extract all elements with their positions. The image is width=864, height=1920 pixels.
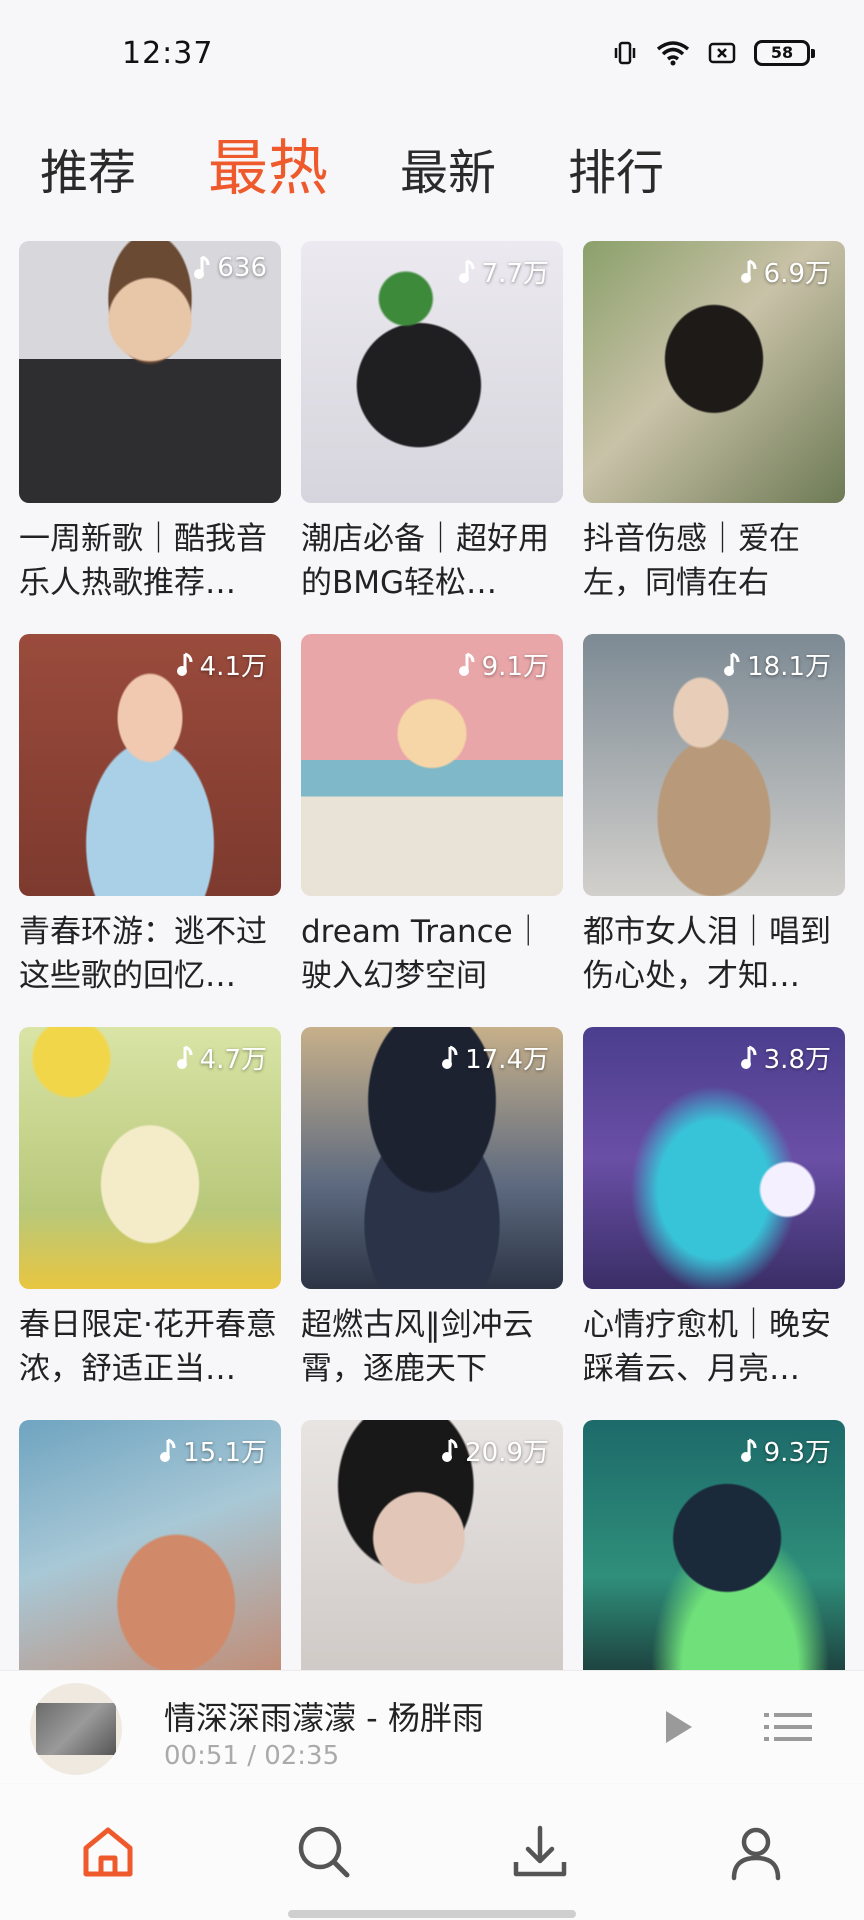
music-note-icon <box>724 652 740 676</box>
playlist-cover: 4.1万 <box>19 634 281 896</box>
playlist-cover: 9.1万 <box>301 634 563 896</box>
status-icons: 58 <box>612 40 815 66</box>
tab-newest[interactable]: 最新 <box>400 133 496 203</box>
playlist-title: 心情疗愈机｜晚安踩着云、月亮… <box>583 1307 831 1387</box>
playlist-card[interactable]: 18.1万 都市女人泪｜唱到伤心处，才知… <box>583 634 845 1027</box>
play-count-value: 17.4万 <box>465 1045 549 1075</box>
playlist-cover: 4.7万 <box>19 1027 281 1289</box>
music-note-icon <box>176 652 193 676</box>
playlist-title: 一周新歌｜酷我音乐人热歌推荐… <box>19 521 267 601</box>
play-count-value: 636 <box>217 253 267 283</box>
playlist-title: 都市女人泪｜唱到伤心处，才知… <box>583 914 831 994</box>
music-note-icon <box>458 652 475 676</box>
profile-icon[interactable] <box>726 1822 786 1882</box>
tab-hottest[interactable]: 最热 <box>208 120 328 207</box>
playlist-cover: 17.4万 <box>301 1027 563 1289</box>
playlist-card[interactable]: 6.9万 抖音伤感｜爱在左，同情在右 <box>583 241 845 634</box>
album-cover[interactable] <box>30 1683 122 1775</box>
playlist-title: 青春环游：逃不过这些歌的回忆… <box>19 914 267 994</box>
playlist-card[interactable]: 9.1万 dream Trance｜驶入幻梦空间 <box>301 634 563 1027</box>
play-count-value: 18.1万 <box>747 652 831 682</box>
bottom-nav <box>0 1784 864 1920</box>
playlist-queue-button[interactable] <box>764 1709 812 1745</box>
download-icon[interactable] <box>510 1822 570 1882</box>
home-icon[interactable] <box>78 1822 138 1882</box>
play-count-value: 6.9万 <box>763 259 831 289</box>
playlist-card[interactable]: 7.7万 潮店必备｜超好用的BMG轻松… <box>301 241 563 634</box>
search-icon[interactable] <box>294 1822 354 1882</box>
play-count: 4.1万 <box>176 646 267 683</box>
playlist-cover: 636 <box>19 241 281 503</box>
play-count: 18.1万 <box>723 646 831 683</box>
album-art <box>36 1703 116 1755</box>
playlist-card[interactable]: 17.4万 超燃古风‖剑冲云霄，逐鹿天下 <box>301 1027 563 1420</box>
play-count: 3.8万 <box>740 1039 831 1076</box>
playlist-title: 超燃古风‖剑冲云霄，逐鹿天下 <box>301 1307 534 1387</box>
playlist-cover: 6.9万 <box>583 241 845 503</box>
category-tabs: 推荐 最热 最新 排行 <box>40 120 736 207</box>
tab-ranking[interactable]: 排行 <box>568 133 664 203</box>
playlist-title: dream Trance｜驶入幻梦空间 <box>301 914 544 994</box>
music-note-icon <box>194 255 210 279</box>
music-note-icon <box>740 259 757 283</box>
play-count: 9.1万 <box>458 646 549 683</box>
playlist-card[interactable]: 4.1万 青春环游：逃不过这些歌的回忆… <box>19 634 281 1027</box>
now-playing-time: 00:51 / 02:35 <box>164 1741 340 1771</box>
tab-recommend[interactable]: 推荐 <box>40 133 136 203</box>
sim-off-icon <box>708 42 736 64</box>
play-count: 17.4万 <box>441 1039 549 1076</box>
playlist-cover: 9.3万 <box>583 1420 845 1682</box>
play-count-value: 4.1万 <box>199 652 267 682</box>
play-count-value: 4.7万 <box>199 1045 267 1075</box>
playlist-cover: 20.9万 <box>301 1420 563 1682</box>
play-count-value: 20.9万 <box>465 1438 549 1468</box>
playlist-cover: 7.7万 <box>301 241 563 503</box>
playlist-cover: 15.1万 <box>19 1420 281 1682</box>
play-count-value: 15.1万 <box>183 1438 267 1468</box>
play-count: 7.7万 <box>458 253 549 290</box>
music-note-icon <box>442 1045 458 1069</box>
playlist-cover: 3.8万 <box>583 1027 845 1289</box>
music-note-icon <box>740 1045 757 1069</box>
now-playing-title: 情深深雨濛濛 - 杨胖雨 <box>164 1699 484 1737</box>
vibrate-icon <box>614 41 636 65</box>
play-count: 9.3万 <box>740 1432 831 1469</box>
play-count: 636 <box>193 253 267 283</box>
play-count-value: 7.7万 <box>481 259 549 289</box>
play-count: 15.1万 <box>159 1432 267 1469</box>
status-time: 12:37 <box>122 36 214 71</box>
playlist-card[interactable]: 636 一周新歌｜酷我音乐人热歌推荐… <box>19 241 281 634</box>
home-indicator <box>288 1910 576 1918</box>
playlist-card[interactable]: 4.7万 春日限定·花开春意浓，舒适正当… <box>19 1027 281 1420</box>
battery-icon: 58 <box>754 40 815 66</box>
playlist-grid: 636 一周新歌｜酷我音乐人热歌推荐… 7.7万 潮店必备｜超好用的BMG轻松…… <box>19 241 846 1813</box>
play-button[interactable] <box>658 1705 698 1749</box>
status-bar: 12:37 58 <box>0 0 864 104</box>
playlist-title: 潮店必备｜超好用的BMG轻松… <box>301 521 549 601</box>
play-count: 4.7万 <box>176 1039 267 1076</box>
playlist-title: 抖音伤感｜爱在左，同情在右 <box>583 521 800 601</box>
play-count-value: 3.8万 <box>763 1045 831 1075</box>
music-note-icon <box>176 1045 193 1069</box>
playlist-cover: 18.1万 <box>583 634 845 896</box>
music-note-icon <box>740 1438 757 1462</box>
playlist-title: 春日限定·花开春意浓，舒适正当… <box>19 1307 277 1387</box>
play-count: 6.9万 <box>740 253 831 290</box>
music-note-icon <box>442 1438 458 1462</box>
music-note-icon <box>458 259 475 283</box>
mini-player[interactable]: 情深深雨濛濛 - 杨胖雨 00:51 / 02:35 <box>0 1670 864 1783</box>
playlist-card[interactable]: 3.8万 心情疗愈机｜晚安踩着云、月亮… <box>583 1027 845 1420</box>
play-count-value: 9.1万 <box>481 652 549 682</box>
wifi-icon <box>656 41 690 66</box>
play-count-value: 9.3万 <box>763 1438 831 1468</box>
music-note-icon <box>160 1438 176 1462</box>
play-count: 20.9万 <box>441 1432 549 1469</box>
